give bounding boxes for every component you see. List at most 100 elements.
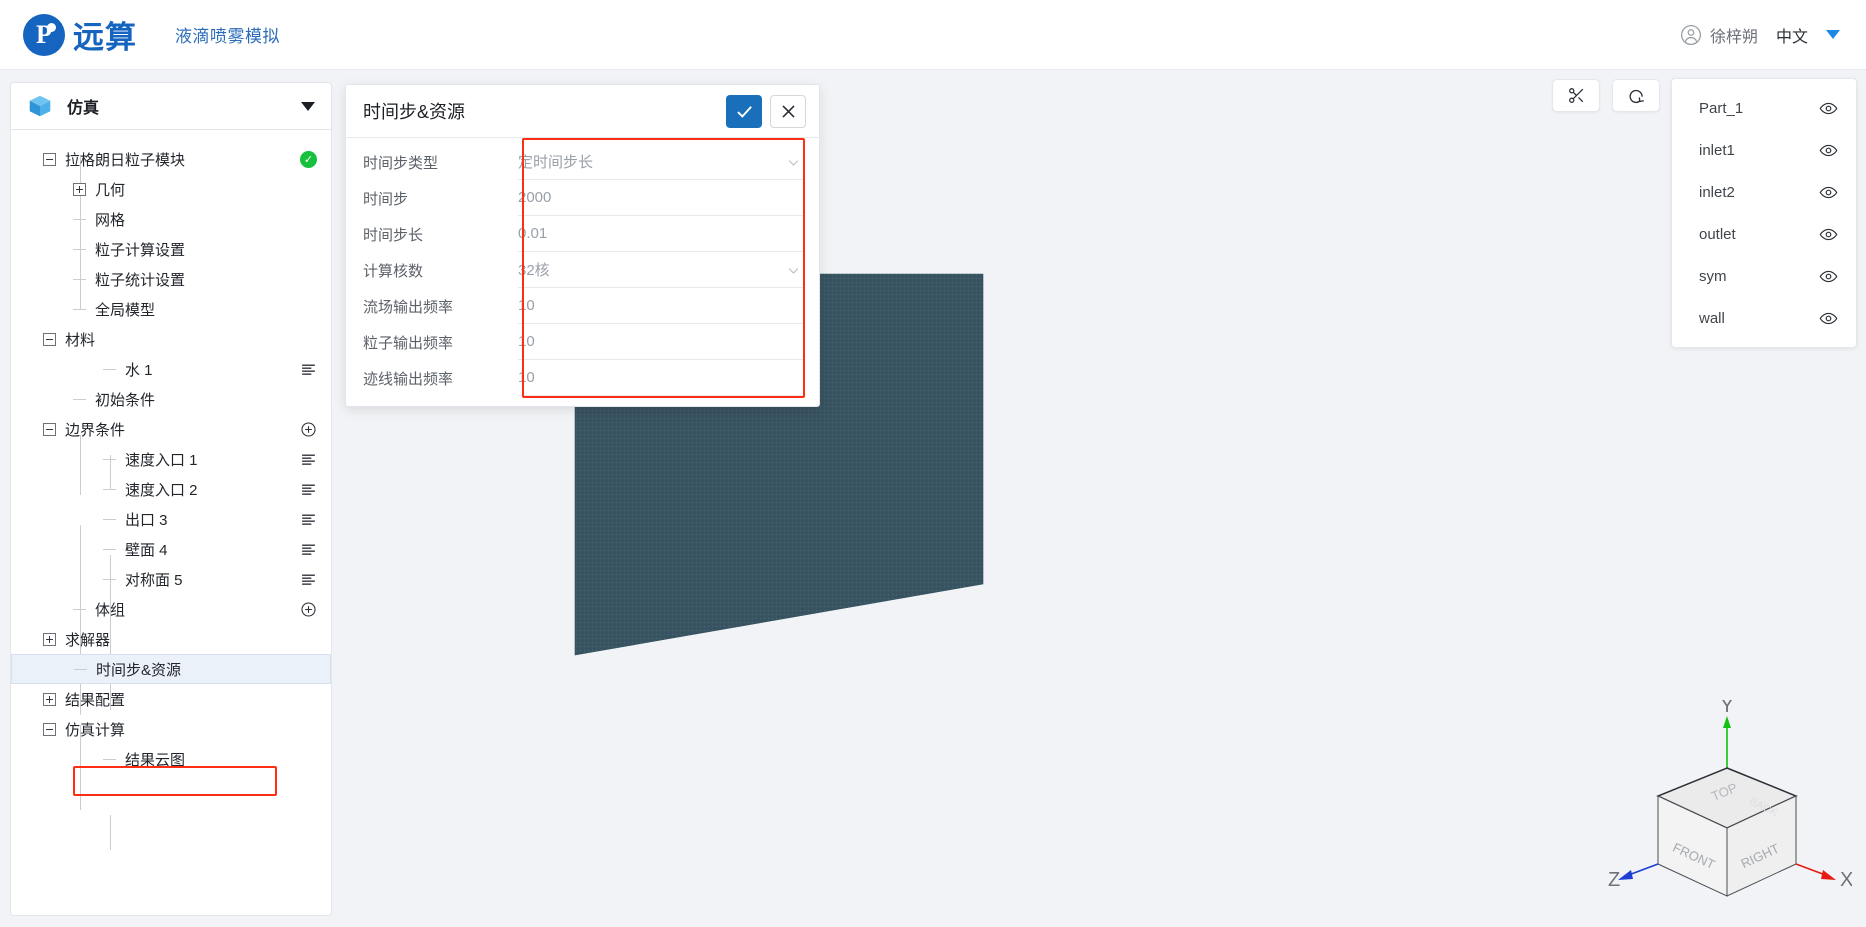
navigation-cube[interactable]: Y TOP FRONT RIGHT BACK Z X: [1602, 700, 1852, 905]
field-row: 时间步长 0.01: [346, 216, 819, 252]
plus-circle-icon[interactable]: [300, 421, 317, 438]
field-value: 10: [518, 297, 535, 314]
user-name: 徐梓朔: [1709, 28, 1758, 46]
sidebar-item-label: 粒子统计设置: [95, 271, 186, 289]
part-label: outlet: [1699, 225, 1736, 243]
sidebar-item[interactable]: 结果配置: [11, 684, 331, 714]
check-icon: [736, 105, 752, 118]
plus-circle-icon[interactable]: [300, 601, 317, 618]
sidebar-item[interactable]: 体组: [11, 594, 331, 624]
list-lines-icon[interactable]: [300, 511, 317, 528]
text-input[interactable]: 2000: [518, 180, 805, 216]
tree-connector: [73, 601, 86, 618]
sidebar-item[interactable]: 初始条件: [11, 384, 331, 414]
tree-connector: [103, 541, 116, 558]
sidebar-item-label: 边界条件: [65, 421, 126, 439]
sidebar-item[interactable]: 粒子统计设置: [11, 264, 331, 294]
list-item[interactable]: sym: [1672, 255, 1856, 297]
sidebar-item[interactable]: 仿真计算: [11, 714, 331, 744]
sidebar-item[interactable]: 几何: [11, 174, 331, 204]
clip-scissors-button[interactable]: [1552, 79, 1600, 112]
sidebar-item-label: 几何: [95, 181, 126, 199]
eye-icon[interactable]: [1819, 225, 1838, 244]
tree-toggle-plus-icon[interactable]: [43, 632, 56, 646]
language-selector[interactable]: 中文: [1776, 23, 1808, 47]
tree-connector: [73, 271, 86, 288]
sidebar-item[interactable]: 求解器: [11, 624, 331, 654]
sidebar-item[interactable]: 水 1: [11, 354, 331, 384]
list-lines-icon[interactable]: [300, 451, 317, 468]
list-item[interactable]: outlet: [1672, 213, 1856, 255]
sidebar-item-label: 时间步&资源: [96, 661, 182, 679]
sidebar-item-label: 初始条件: [95, 391, 156, 409]
list-lines-icon[interactable]: [300, 541, 317, 558]
sidebar-item[interactable]: 壁面 4: [11, 534, 331, 564]
select-control[interactable]: 32核: [518, 252, 805, 288]
tree-connector: [73, 211, 86, 228]
field-value: 2000: [518, 189, 552, 206]
sidebar-item-selected[interactable]: 时间步&资源: [11, 654, 331, 684]
sidebar-item[interactable]: 结果云图: [11, 744, 331, 774]
tree-guide: [110, 815, 111, 850]
sidebar-item-label: 求解器: [65, 631, 111, 649]
list-lines-icon[interactable]: [300, 571, 317, 588]
close-button[interactable]: [770, 94, 806, 128]
list-item[interactable]: Part_1: [1672, 87, 1856, 129]
field-value: 32核: [518, 262, 550, 279]
sidebar-item[interactable]: 速度入口 1: [11, 444, 331, 474]
select-control[interactable]: 定时间步长: [518, 144, 805, 180]
sidebar-header[interactable]: 仿真: [10, 82, 332, 130]
text-input[interactable]: 10: [518, 324, 805, 360]
list-item[interactable]: wall: [1672, 297, 1856, 339]
eye-icon[interactable]: [1819, 309, 1838, 328]
text-input[interactable]: 0.01: [518, 216, 805, 252]
sidebar-item-label: 速度入口 1: [125, 451, 198, 469]
user-menu[interactable]: 徐梓朔: [1680, 23, 1758, 47]
list-item[interactable]: inlet1: [1672, 129, 1856, 171]
confirm-button[interactable]: [726, 94, 762, 128]
chevron-down-icon[interactable]: [786, 155, 801, 170]
sidebar-item[interactable]: 边界条件: [11, 414, 331, 444]
field-value: 0.01: [518, 225, 548, 242]
sidebar-title: 仿真: [67, 100, 100, 117]
list-lines-icon[interactable]: [300, 481, 317, 498]
reset-view-button[interactable]: [1612, 79, 1660, 112]
eye-icon[interactable]: [1819, 99, 1838, 118]
sidebar-item[interactable]: 对称面 5: [11, 564, 331, 594]
list-item[interactable]: inlet2: [1672, 171, 1856, 213]
tree-toggle-minus-icon[interactable]: [43, 332, 56, 346]
sidebar-item[interactable]: 全局模型: [11, 294, 331, 324]
tree-toggle-minus-icon[interactable]: [43, 722, 56, 736]
list-lines-icon[interactable]: [300, 361, 317, 378]
tree-toggle-plus-icon[interactable]: [73, 182, 86, 196]
sidebar-item[interactable]: 速度入口 2: [11, 474, 331, 504]
sidebar-item[interactable]: 网格: [11, 204, 331, 234]
axis-label-z: Z: [1608, 869, 1620, 891]
eye-icon[interactable]: [1819, 141, 1838, 160]
sidebar-item[interactable]: 出口 3: [11, 504, 331, 534]
text-input[interactable]: 10: [518, 288, 805, 324]
sidebar-item[interactable]: 拉格朗日粒子模块 ✓: [11, 144, 331, 174]
tree-toggle-minus-icon[interactable]: [43, 422, 56, 436]
dialog-actions: [726, 94, 806, 128]
sidebar-item-label: 材料: [65, 331, 96, 349]
part-label: sym: [1699, 267, 1727, 285]
sidebar-item-label: 出口 3: [125, 511, 168, 529]
tree-connector: [103, 571, 116, 588]
caret-down-icon[interactable]: [301, 101, 315, 111]
sidebar-item-label: 水 1: [125, 361, 153, 379]
tree-connector: [103, 511, 116, 528]
field-label: 时间步长: [363, 226, 424, 244]
sidebar-item[interactable]: 材料: [11, 324, 331, 354]
sidebar-item-label: 结果配置: [65, 691, 126, 709]
chevron-down-icon[interactable]: [786, 263, 801, 278]
field-label: 流场输出频率: [363, 298, 454, 316]
tree-toggle-plus-icon[interactable]: [43, 692, 56, 706]
tree-toggle-minus-icon[interactable]: [43, 152, 56, 166]
text-input[interactable]: 10: [518, 360, 805, 396]
eye-icon[interactable]: [1819, 183, 1838, 202]
caret-down-icon[interactable]: [1826, 30, 1840, 39]
eye-icon[interactable]: [1819, 267, 1838, 286]
brand-logo[interactable]: P 远算: [23, 12, 137, 57]
sidebar-item[interactable]: 粒子计算设置: [11, 234, 331, 264]
